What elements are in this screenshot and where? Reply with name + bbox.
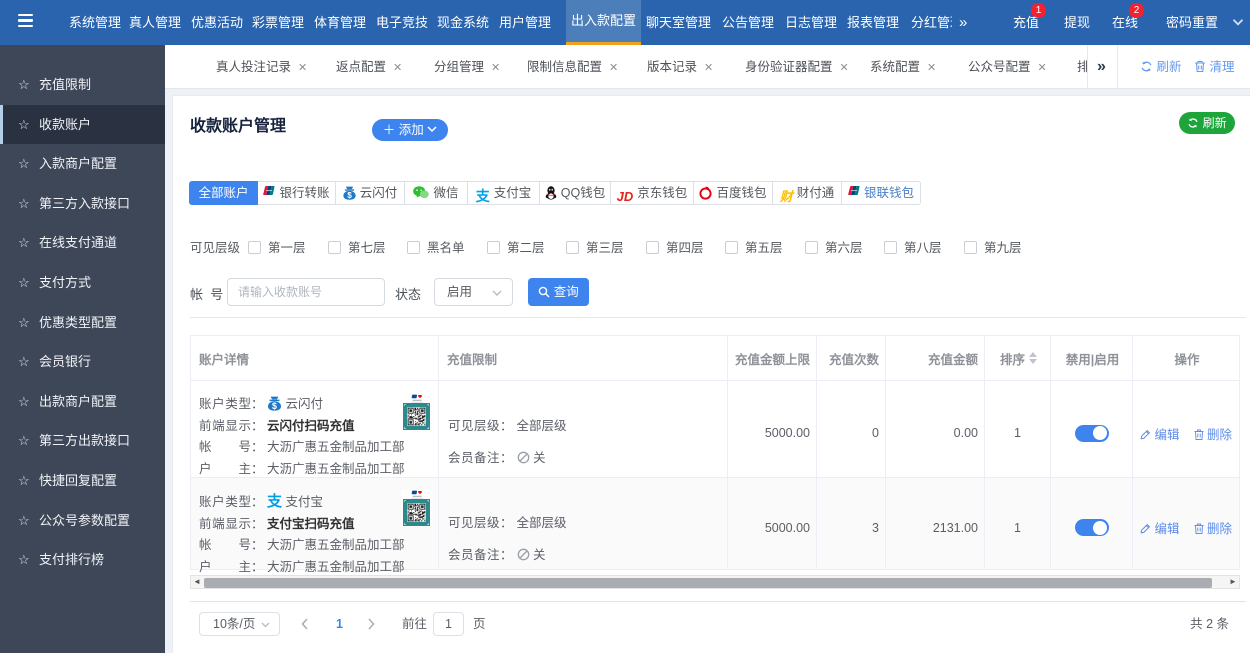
svg-text:$: $ (347, 191, 352, 200)
svg-text:$: $ (272, 401, 277, 411)
